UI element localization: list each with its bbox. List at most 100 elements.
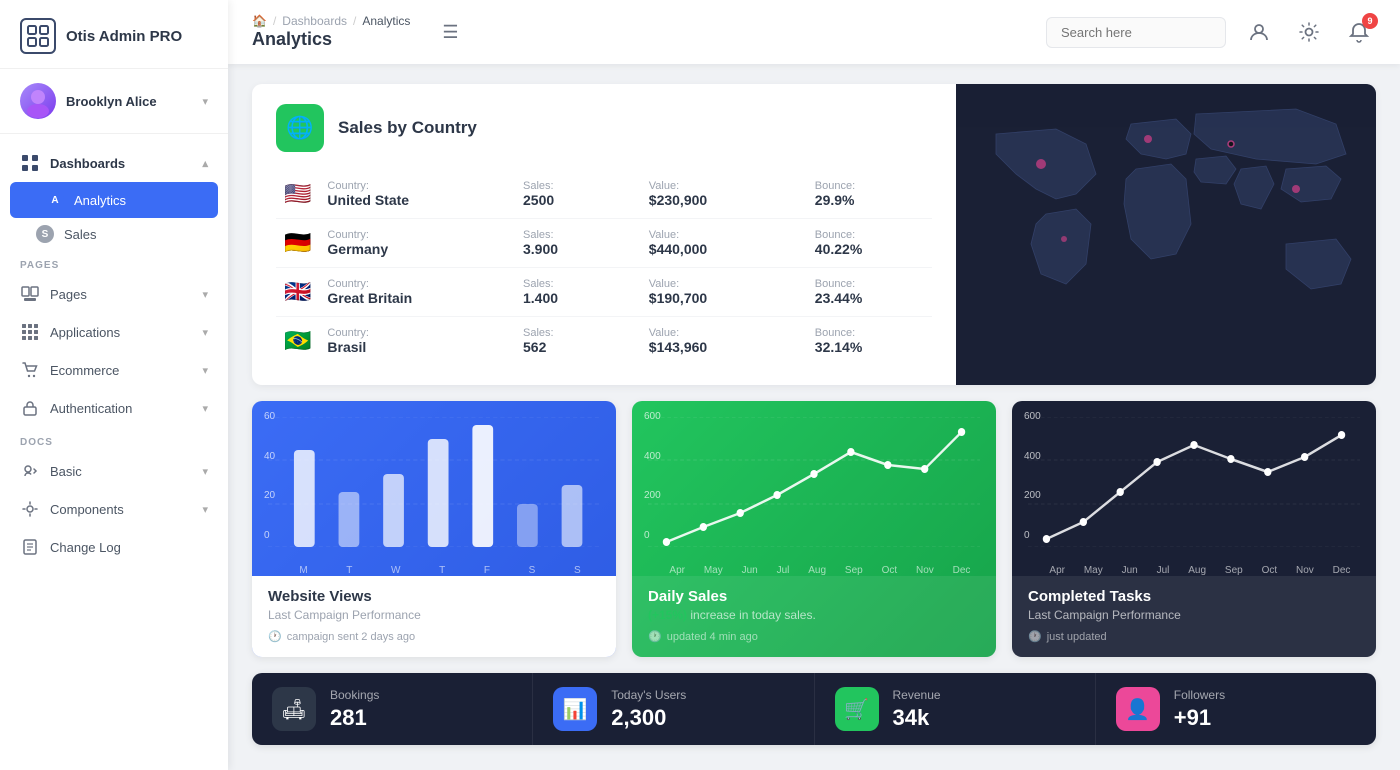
bounce-value: 29.9% — [815, 192, 924, 208]
ecommerce-chevron-icon: ▾ — [202, 364, 208, 377]
dashboards-label: Dashboards — [50, 156, 125, 171]
country-label: Country: — [327, 229, 485, 241]
breadcrumb-analytics[interactable]: Analytics — [362, 14, 410, 28]
sidebar-item-basic[interactable]: Basic ▾ — [0, 452, 228, 490]
logo-icon — [20, 18, 56, 54]
sidebar-item-applications[interactable]: Applications ▾ — [0, 313, 228, 351]
app-name: Otis Admin PRO — [66, 28, 182, 45]
website-views-y-labels: 6040200 — [264, 411, 275, 541]
topbar-right: 9 — [1046, 15, 1376, 49]
country-flag: 🇩🇪 — [284, 230, 311, 255]
sales-label: Sales: — [523, 180, 611, 192]
completed-tasks-svg — [1028, 417, 1360, 547]
notifications-icon-btn[interactable]: 9 — [1342, 15, 1376, 49]
basic-label: Basic — [50, 464, 82, 479]
changelog-label: Change Log — [50, 540, 121, 555]
avatar — [20, 83, 56, 119]
daily-sales-info: Daily Sales (+15%) increase in today sal… — [632, 576, 996, 657]
sidebar-item-components[interactable]: Components ▾ — [0, 490, 228, 528]
completed-tasks-info: Completed Tasks Last Campaign Performanc… — [1012, 576, 1376, 657]
stat-value-users: 2,300 — [611, 705, 686, 731]
sales-by-country-card: 🌐 Sales by Country 🇺🇸 Country: United St… — [252, 84, 1376, 385]
notification-badge: 9 — [1362, 13, 1378, 29]
value-amount: $190,700 — [649, 290, 777, 306]
country-table-side: 🌐 Sales by Country 🇺🇸 Country: United St… — [252, 84, 956, 385]
sidebar-nav: Dashboards ▴ A Analytics S Sales PAGES P… — [0, 134, 228, 770]
basic-icon — [20, 461, 40, 481]
breadcrumb: 🏠 / Dashboards / Analytics Analytics — [252, 14, 410, 50]
sidebar-item-ecommerce[interactable]: Ecommerce ▾ — [0, 351, 228, 389]
table-row: 🇩🇪 Country: Germany Sales: 3.900 Value: … — [276, 219, 932, 268]
daily-sales-subtitle: (+15%) increase in today sales. — [648, 608, 980, 622]
stat-label-revenue: Revenue — [893, 688, 941, 702]
country-label: Country: — [327, 180, 485, 192]
sales-country-title: Sales by Country — [338, 118, 477, 138]
sidebar-item-analytics[interactable]: A Analytics — [10, 182, 218, 218]
completed-tasks-y-labels: 6004002000 — [1024, 411, 1041, 541]
stat-users: 📊 Today's Users 2,300 — [533, 673, 814, 745]
sales-dot: S — [36, 225, 54, 243]
value-label: Value: — [649, 327, 777, 339]
website-views-subtitle: Last Campaign Performance — [268, 608, 600, 622]
bar-chart-svg — [268, 417, 600, 547]
sidebar-item-dashboards[interactable]: Dashboards ▴ — [0, 144, 228, 182]
sidebar-item-changelog[interactable]: Change Log — [0, 528, 228, 566]
country-name: Germany — [327, 241, 485, 257]
daily-sales-card: 6004002000 — [632, 401, 996, 657]
breadcrumb-dashboards[interactable]: Dashboards — [282, 14, 347, 28]
completed-tasks-title: Completed Tasks — [1028, 588, 1360, 605]
table-row: 🇬🇧 Country: Great Britain Sales: 1.400 V… — [276, 268, 932, 317]
sales-value: 562 — [523, 339, 611, 355]
sales-value: 3.900 — [523, 241, 611, 257]
bounce-value: 40.22% — [815, 241, 924, 257]
value-amount: $230,900 — [649, 192, 777, 208]
sidebar-item-authentication[interactable]: Authentication ▾ — [0, 389, 228, 427]
menu-icon[interactable]: ☰ — [442, 22, 458, 43]
daily-sales-chart: 6004002000 — [632, 401, 996, 561]
stat-followers: 👤 Followers +91 — [1096, 673, 1376, 745]
user-icon-btn[interactable] — [1242, 15, 1276, 49]
dashboards-icon — [20, 153, 40, 173]
country-name: Great Britain — [327, 290, 485, 306]
stat-value-bookings: 281 — [330, 705, 379, 731]
components-label: Components — [50, 502, 124, 517]
basic-chevron-icon: ▾ — [202, 465, 208, 478]
clock-icon: 🕐 — [268, 630, 282, 643]
sidebar-item-sales[interactable]: S Sales — [0, 218, 228, 250]
sep1: / — [273, 14, 276, 28]
sales-label: Sales: — [523, 278, 611, 290]
charts-row: 6040200 — [252, 401, 1376, 657]
search-input[interactable] — [1046, 17, 1226, 48]
pages-label: Pages — [50, 287, 87, 302]
daily-sales-title: Daily Sales — [648, 588, 980, 605]
user-name: Brooklyn Alice — [66, 94, 157, 109]
country-table: 🇺🇸 Country: United State Sales: 2500 Val… — [276, 170, 932, 365]
country-flag: 🇬🇧 — [284, 279, 311, 304]
settings-icon-btn[interactable] — [1292, 15, 1326, 49]
applications-icon — [20, 322, 40, 342]
value-label: Value: — [649, 229, 777, 241]
stats-row: 🛋 Bookings 281 📊 Today's Users 2,300 🛒 R… — [252, 673, 1376, 745]
user-profile[interactable]: Brooklyn Alice ▾ — [0, 69, 228, 134]
sidebar-logo: Otis Admin PRO — [0, 0, 228, 69]
sales-value: 2500 — [523, 192, 611, 208]
sidebar-item-pages[interactable]: Pages ▾ — [0, 275, 228, 313]
stat-revenue: 🛒 Revenue 34k — [815, 673, 1096, 745]
stat-value-revenue: 34k — [893, 705, 941, 731]
bounce-label: Bounce: — [815, 278, 924, 290]
chevron-up-icon: ▴ — [202, 157, 208, 170]
clock-icon: 🕐 — [1028, 630, 1042, 643]
authentication-chevron-icon: ▾ — [202, 402, 208, 415]
daily-sales-y-labels: 6004002000 — [644, 411, 661, 541]
completed-tasks-x-labels: AprMayJunJulAugSepOctNovDec — [1012, 561, 1376, 576]
applications-chevron-icon: ▾ — [202, 326, 208, 339]
daily-sales-svg — [648, 417, 980, 547]
stat-icon-bookings: 🛋 — [272, 687, 316, 731]
completed-tasks-card: 6004002000 — [1012, 401, 1376, 657]
website-views-footer: 🕐 campaign sent 2 days ago — [268, 630, 600, 643]
completed-tasks-footer: 🕐 just updated — [1028, 630, 1360, 643]
pages-icon — [20, 284, 40, 304]
docs-section-label: DOCS — [0, 427, 228, 452]
components-icon — [20, 499, 40, 519]
content-area: 🌐 Sales by Country 🇺🇸 Country: United St… — [228, 64, 1400, 770]
